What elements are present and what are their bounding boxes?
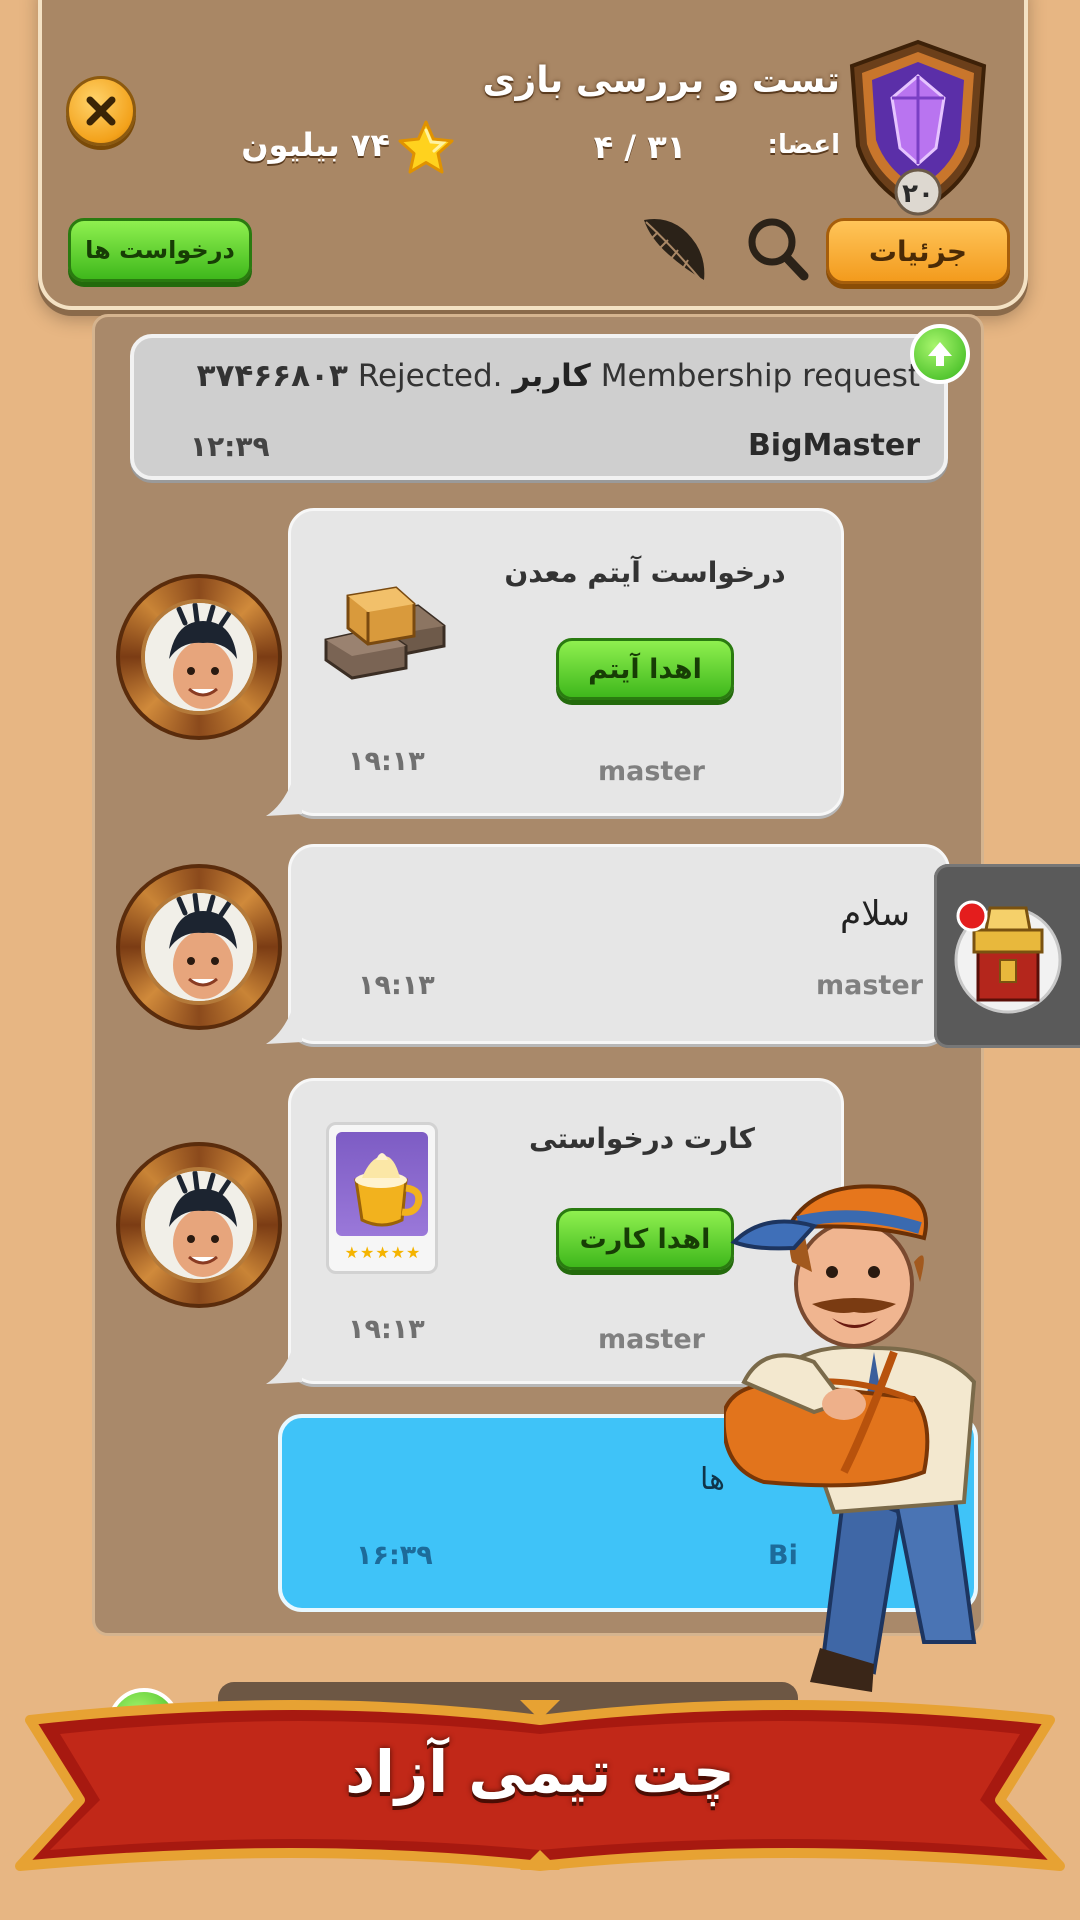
bubble-tail xyxy=(266,782,302,816)
system-message-text: ۳۷۴۶۶۸۰۳ Rejected. کاربر Membership requ… xyxy=(160,358,920,394)
clan-title: تست و بررسی بازی xyxy=(482,60,840,101)
coffee-cup-icon xyxy=(354,1153,423,1227)
item-request-title: درخواست آیتم معدن xyxy=(504,556,786,589)
requests-button[interactable]: درخواست ها xyxy=(68,218,252,282)
text-message-bubble xyxy=(288,844,950,1044)
gift-item-button[interactable]: اهدا آیتم xyxy=(556,638,734,700)
own-message-text: ها xyxy=(700,1462,725,1497)
message-sender: master xyxy=(598,1324,705,1355)
player-face-icon xyxy=(145,1171,253,1279)
message-time: ۱۹:۱۳ xyxy=(348,746,425,777)
player-face-icon xyxy=(145,603,253,711)
chest-icon[interactable] xyxy=(950,890,1066,1014)
clan-level: ۲۰ xyxy=(902,179,934,209)
message-sender: master xyxy=(598,756,705,787)
close-icon xyxy=(86,96,116,126)
message-time: ۱۹:۱۳ xyxy=(348,1314,425,1345)
scroll-up-button[interactable] xyxy=(910,324,970,384)
avatar xyxy=(116,574,282,740)
avatar xyxy=(116,1142,282,1308)
own-message-time: ۱۶:۳۹ xyxy=(356,1540,433,1571)
system-text-bold: کاربر xyxy=(512,358,591,394)
system-text-before: Membership request xyxy=(600,358,920,394)
system-text-after: Rejected. xyxy=(357,358,503,394)
gift-card-button[interactable]: اهدا کارت xyxy=(556,1208,734,1270)
message-time: ۱۹:۱۳ xyxy=(358,970,435,1001)
banner-title: چت تیمی آزاد xyxy=(345,1738,735,1806)
player-face-icon xyxy=(145,893,253,1001)
search-icon[interactable] xyxy=(742,212,812,286)
details-button[interactable]: جزئیات xyxy=(826,218,1010,284)
ore-item-icon xyxy=(324,586,446,680)
message-text: سلام xyxy=(840,894,910,934)
clan-wealth: ۷۴ بیلیون xyxy=(241,126,390,164)
members-label: اعضا: xyxy=(767,130,840,160)
system-message-time: ۱۲:۳۹ xyxy=(190,430,270,463)
rejected-user-id: ۳۷۴۶۶۸۰۳ xyxy=(196,358,348,394)
clan-shield-icon: ۲۰ xyxy=(849,39,987,216)
card-request-title: کارت درخواستی xyxy=(529,1122,755,1155)
card-rating-stars: ★★★★★ xyxy=(344,1243,422,1262)
mailman-mascot xyxy=(724,1184,977,1692)
coffee-card-icon: ★★★★★ xyxy=(326,1122,438,1274)
close-button[interactable] xyxy=(66,76,136,146)
star-icon xyxy=(398,120,454,174)
arrow-up-icon xyxy=(928,342,952,366)
message-sender: master xyxy=(816,970,923,1001)
bubble-tail xyxy=(266,1010,302,1044)
members-count: ۳۱ / ۴ xyxy=(593,128,687,166)
feather-icon[interactable] xyxy=(636,210,712,290)
system-message-sender: BigMaster xyxy=(747,428,920,463)
avatar xyxy=(116,864,282,1030)
bubble-tail xyxy=(266,1350,302,1384)
